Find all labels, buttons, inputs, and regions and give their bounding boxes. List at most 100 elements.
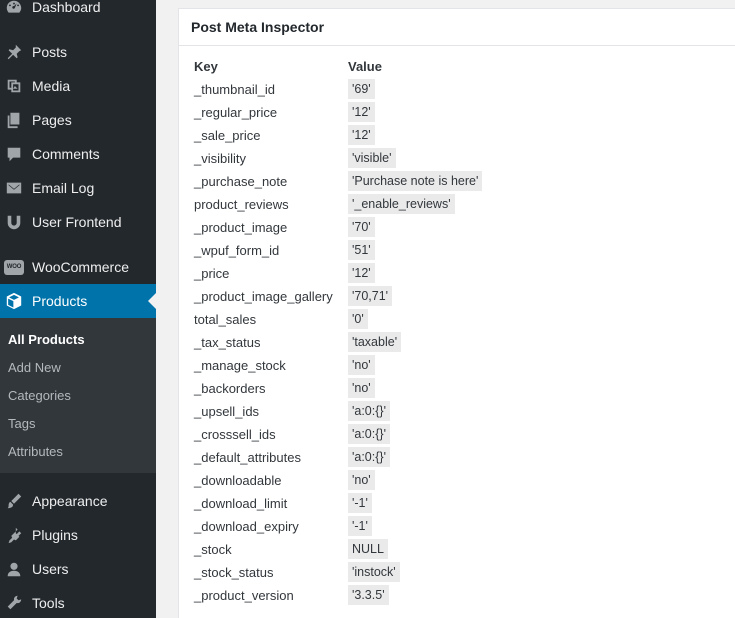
meta-value: '-1' — [348, 516, 372, 536]
meta-key: _manage_stock — [194, 358, 286, 373]
meta-value: '0' — [348, 309, 368, 329]
sidebar-item-label: Products — [32, 293, 88, 309]
submenu-all-products[interactable]: All Products — [8, 332, 85, 347]
meta-value: 'taxable' — [348, 332, 402, 352]
meta-value: 'instock' — [348, 562, 400, 582]
admin-sidebar: Dashboard Posts Media Pages Comments Ema… — [0, 0, 156, 618]
meta-value: '70,71' — [348, 286, 393, 306]
sidebar-item-label: Pages — [32, 112, 72, 128]
value-column-header: Value — [348, 59, 382, 74]
table-row: _download_expiry '-1' — [179, 516, 735, 539]
sidebar-item-email-log[interactable]: Email Log — [0, 171, 156, 205]
meta-key: _sale_price — [194, 128, 261, 143]
table-row: _stock NULL — [179, 539, 735, 562]
submenu-tags[interactable]: Tags — [8, 416, 35, 431]
meta-value: 'a:0:{}' — [348, 401, 390, 421]
sidebar-item-tools[interactable]: Tools — [0, 586, 156, 618]
sidebar-item-label: Tools — [32, 595, 65, 611]
table-row: _product_image_gallery '70,71' — [179, 286, 735, 309]
submenu-attributes[interactable]: Attributes — [8, 444, 63, 459]
dashboard-icon — [4, 0, 24, 17]
table-row: _downloadable 'no' — [179, 470, 735, 493]
table-row: _visibility 'visible' — [179, 148, 735, 171]
meta-value: 'no' — [348, 355, 375, 375]
sidebar-item-dashboard[interactable]: Dashboard — [0, 0, 156, 24]
meta-value: 'no' — [348, 378, 375, 398]
meta-key: _downloadable — [194, 473, 282, 488]
sidebar-item-label: Posts — [32, 44, 68, 60]
meta-key: _price — [194, 266, 230, 281]
sidebar-item-label: Email Log — [32, 180, 95, 196]
email-icon — [4, 178, 24, 198]
woo-badge: WOO — [4, 259, 24, 275]
table-row: product_reviews '_enable_reviews' — [179, 194, 735, 217]
meta-key: product_reviews — [194, 197, 289, 212]
table-row: total_sales '0' — [179, 309, 735, 332]
submenu-add-new[interactable]: Add New — [8, 360, 61, 375]
sidebar-item-woocommerce[interactable]: WOO WooCommerce — [0, 250, 156, 284]
brush-icon — [4, 491, 24, 511]
table-row: _stock_status 'instock' — [179, 562, 735, 585]
meta-key: _product_version — [194, 588, 294, 603]
table-row: _price '12' — [179, 263, 735, 286]
table-row: _upsell_ids 'a:0:{}' — [179, 401, 735, 424]
table-row: _product_version '3.3.5' — [179, 585, 735, 608]
meta-value: '_enable_reviews' — [348, 194, 455, 214]
submenu-categories[interactable]: Categories — [8, 388, 71, 403]
box-icon — [4, 291, 24, 311]
meta-key: _crosssell_ids — [194, 427, 276, 442]
media-icon — [4, 76, 24, 96]
meta-key: _product_image — [194, 220, 288, 235]
sidebar-item-user-frontend[interactable]: User Frontend — [0, 205, 156, 239]
meta-key: _download_limit — [194, 496, 288, 511]
meta-value: 'a:0:{}' — [348, 424, 390, 444]
pages-icon — [4, 110, 24, 130]
meta-value: 'visible' — [348, 148, 396, 168]
wpuf-icon — [4, 212, 24, 232]
metabox-header[interactable]: Post Meta Inspector — [179, 9, 735, 46]
meta-key: _visibility — [194, 151, 247, 166]
meta-key: _tax_status — [194, 335, 261, 350]
meta-key: _purchase_note — [194, 174, 288, 189]
plugin-icon — [4, 525, 24, 545]
sidebar-item-plugins[interactable]: Plugins — [0, 518, 156, 552]
post-meta-inspector-box: Post Meta Inspector Key Value _thumbnail… — [178, 8, 735, 618]
table-row: _regular_price '12' — [179, 102, 735, 125]
meta-value: NULL — [348, 539, 388, 559]
table-row: _product_image '70' — [179, 217, 735, 240]
meta-value: '51' — [348, 240, 375, 260]
meta-key: _upsell_ids — [194, 404, 260, 419]
metabox-title: Post Meta Inspector — [191, 19, 325, 35]
sidebar-item-label: WooCommerce — [32, 259, 129, 275]
meta-value: 'a:0:{}' — [348, 447, 390, 467]
table-row: _backorders 'no' — [179, 378, 735, 401]
table-row: _manage_stock 'no' — [179, 355, 735, 378]
sidebar-item-label: Media — [32, 78, 71, 94]
meta-value: '12' — [348, 102, 375, 122]
sidebar-item-label: Appearance — [32, 493, 108, 509]
meta-key: _backorders — [194, 381, 266, 396]
sidebar-item-pages[interactable]: Pages — [0, 103, 156, 137]
meta-key: _download_expiry — [194, 519, 299, 534]
key-column-header: Key — [194, 59, 218, 74]
sidebar-item-appearance[interactable]: Appearance — [0, 484, 156, 518]
products-submenu: All Products Add New Categories Tags Att… — [0, 318, 156, 473]
sidebar-item-label: User Frontend — [32, 214, 122, 230]
meta-value: '12' — [348, 263, 375, 283]
sidebar-item-products[interactable]: Products — [0, 284, 156, 318]
meta-key: _stock — [194, 542, 232, 557]
meta-key: _stock_status — [194, 565, 274, 580]
meta-key: _thumbnail_id — [194, 82, 275, 97]
sidebar-item-users[interactable]: Users — [0, 552, 156, 586]
meta-value: '3.3.5' — [348, 585, 389, 605]
meta-value: '70' — [348, 217, 375, 237]
table-row: _default_attributes 'a:0:{}' — [179, 447, 735, 470]
sidebar-item-posts[interactable]: Posts — [0, 35, 156, 69]
table-row: _thumbnail_id '69' — [179, 79, 735, 102]
meta-key: _default_attributes — [194, 450, 301, 465]
sidebar-item-media[interactable]: Media — [0, 69, 156, 103]
sidebar-item-comments[interactable]: Comments — [0, 137, 156, 171]
sidebar-item-label: Plugins — [32, 527, 78, 543]
sidebar-item-label: Users — [32, 561, 69, 577]
meta-value: 'no' — [348, 470, 375, 490]
